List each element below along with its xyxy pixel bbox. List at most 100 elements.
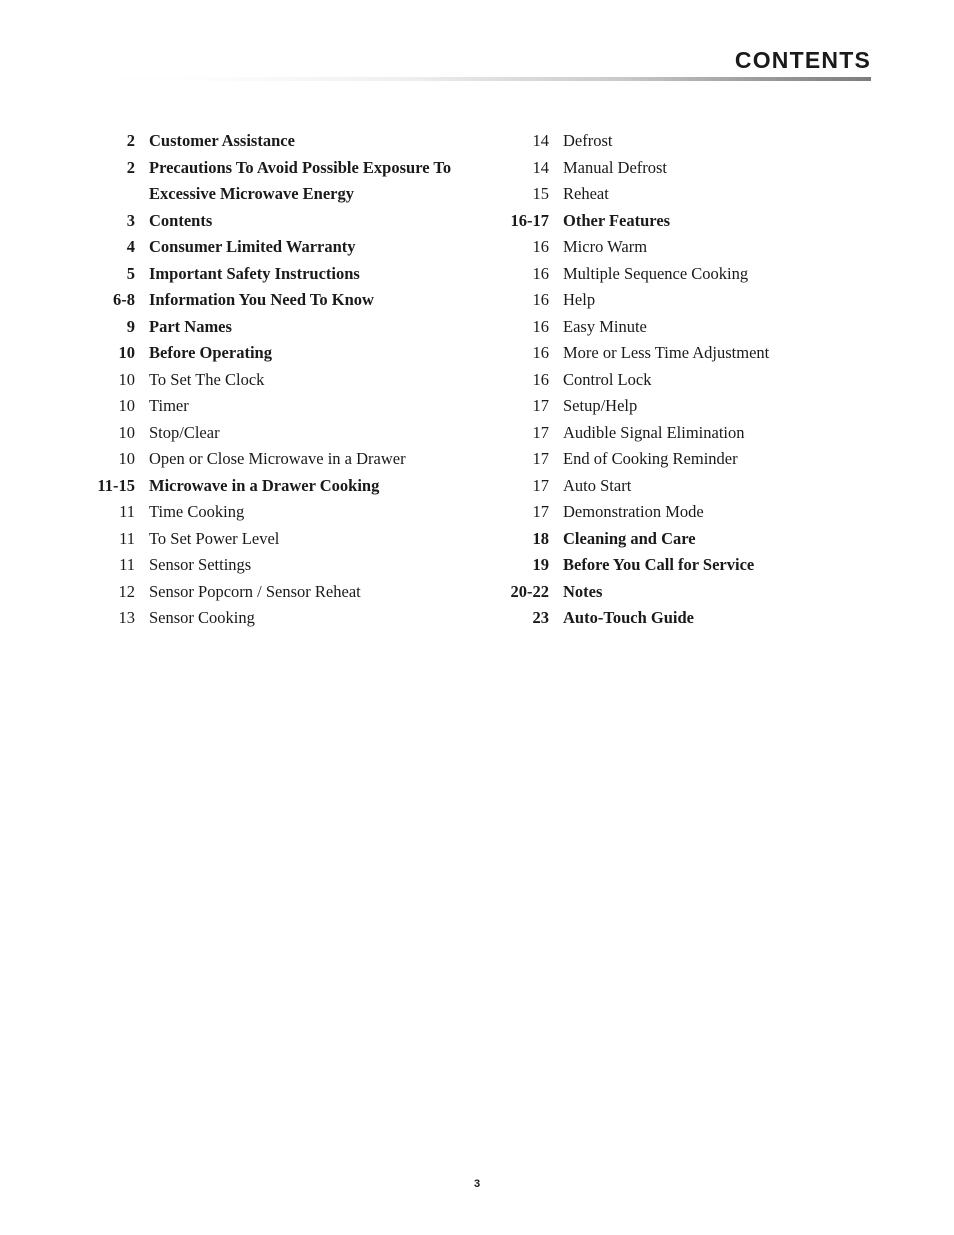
toc-entry-page-number: 23 bbox=[532, 608, 550, 627]
toc-entry-label[interactable]: Cleaning and Care bbox=[549, 526, 696, 553]
toc-entry-label[interactable]: To Set The Clock bbox=[135, 367, 264, 394]
toc-entry[interactable]: 10 To Set The Clock bbox=[96, 367, 476, 394]
toc-entry-page-number: 11 bbox=[119, 528, 135, 548]
toc-entry[interactable]: 16 Micro Warm bbox=[495, 234, 885, 261]
toc-entry-label[interactable]: Sensor Settings bbox=[135, 552, 251, 579]
toc-entry-label[interactable]: Stop/Clear bbox=[135, 420, 220, 447]
toc-entry[interactable]: 14 Defrost bbox=[495, 128, 885, 155]
toc-entry-label[interactable]: Help bbox=[549, 287, 595, 314]
page-header: CONTENTS bbox=[96, 47, 871, 82]
toc-entry[interactable]: 10 Stop/Clear bbox=[96, 420, 476, 447]
toc-entry[interactable]: Excessive Microwave Energy bbox=[96, 181, 476, 208]
table-of-contents: 2 Customer Assistance 2 Precautions To Avoi… bbox=[0, 128, 954, 632]
toc-entry-label[interactable]: Information You Need To Know bbox=[135, 287, 374, 314]
toc-entry-label[interactable]: Precautions To Avoid Possible Exposure T… bbox=[135, 155, 451, 182]
toc-entry-page-number: 2 bbox=[126, 131, 135, 150]
page-title: CONTENTS bbox=[734, 47, 871, 73]
toc-entry[interactable]: 11 To Set Power Level bbox=[96, 526, 476, 553]
toc-entry-page-number: 18 bbox=[532, 528, 550, 548]
toc-entry[interactable]: 18 Cleaning and Care bbox=[495, 526, 885, 553]
toc-entry-page-number: 11 bbox=[119, 555, 135, 574]
toc-entry-label[interactable]: Microwave in a Drawer Cooking bbox=[135, 473, 379, 500]
toc-entry[interactable]: 16 More or Less Time Adjustment bbox=[495, 340, 885, 367]
toc-entry[interactable]: 16-17 Other Features bbox=[495, 208, 885, 235]
toc-entry-label[interactable]: Sensor Popcorn / Sensor Reheat bbox=[135, 579, 361, 606]
toc-entry-page-number: 16 bbox=[532, 290, 550, 309]
toc-entry-label[interactable]: Setup/Help bbox=[549, 393, 637, 420]
toc-entry[interactable]: 13 Sensor Cooking bbox=[96, 605, 476, 632]
toc-entry-label[interactable]: Contents bbox=[135, 208, 212, 235]
toc-entry[interactable]: 11 Sensor Settings bbox=[96, 552, 476, 579]
toc-entry[interactable]: 9 Part Names bbox=[96, 314, 476, 341]
toc-entry[interactable]: 14 Manual Defrost bbox=[495, 155, 885, 182]
toc-entry-label[interactable]: Demonstration Mode bbox=[549, 499, 704, 526]
toc-entry[interactable]: 12 Sensor Popcorn / Sensor Reheat bbox=[96, 579, 476, 606]
toc-entry-label[interactable]: Before You Call for Service bbox=[549, 552, 754, 579]
toc-entry-label[interactable]: Consumer Limited Warranty bbox=[135, 234, 356, 261]
toc-entry-page-number: 11-15 bbox=[97, 475, 135, 495]
toc-entry[interactable]: 16 Control Lock bbox=[495, 367, 885, 394]
toc-entry[interactable]: 19 Before You Call for Service bbox=[495, 552, 885, 579]
toc-entry-page-number: 10 bbox=[118, 422, 136, 442]
footer-page-number: 3 bbox=[473, 1178, 481, 1190]
toc-entry[interactable]: 17 Demonstration Mode bbox=[495, 499, 885, 526]
toc-entry-label[interactable]: Customer Assistance bbox=[135, 128, 295, 155]
toc-entry-label[interactable]: Auto-Touch Guide bbox=[549, 605, 694, 632]
toc-entry-page-number: 13 bbox=[118, 608, 136, 627]
toc-entry-label[interactable]: Sensor Cooking bbox=[135, 605, 255, 632]
toc-entry[interactable]: 20-22 Notes bbox=[495, 579, 885, 606]
toc-entry[interactable]: 23 Auto-Touch Guide bbox=[495, 605, 885, 632]
toc-entry[interactable]: 10 Before Operating bbox=[96, 340, 476, 367]
toc-entry-page-number: 17 bbox=[532, 502, 550, 521]
toc-entry-label[interactable]: Reheat bbox=[549, 181, 609, 208]
toc-entry-page-number: 10 bbox=[118, 396, 136, 415]
toc-entry[interactable]: 10 Timer bbox=[96, 393, 476, 420]
toc-entry[interactable]: 6-8 Information You Need To Know bbox=[96, 287, 476, 314]
toc-entry-page-number: 17 bbox=[532, 396, 550, 415]
toc-entry-page-number: 10 bbox=[118, 369, 136, 389]
toc-entry[interactable]: 5 Important Safety Instructions bbox=[96, 261, 476, 288]
toc-entry-page-number: 20-22 bbox=[510, 581, 550, 601]
toc-entry-label[interactable]: Micro Warm bbox=[549, 234, 647, 261]
toc-entry-label[interactable]: Important Safety Instructions bbox=[135, 261, 360, 288]
toc-entry-page-number: 14 bbox=[532, 131, 550, 150]
toc-entry-label[interactable]: Easy Minute bbox=[549, 314, 647, 341]
toc-entry[interactable]: 3 Contents bbox=[96, 208, 476, 235]
toc-entry-label[interactable]: Time Cooking bbox=[135, 499, 244, 526]
toc-entry-label[interactable]: To Set Power Level bbox=[135, 526, 279, 553]
toc-entry[interactable]: 16 Easy Minute bbox=[495, 314, 885, 341]
toc-entry[interactable]: 2 Precautions To Avoid Possible Exposure … bbox=[96, 155, 476, 182]
toc-entry[interactable]: 2 Customer Assistance bbox=[96, 128, 476, 155]
toc-entry[interactable]: 11-15 Microwave in a Drawer Cooking bbox=[96, 473, 476, 500]
toc-entry-label[interactable]: More or Less Time Adjustment bbox=[549, 340, 769, 367]
toc-entry-page-number: 17 bbox=[532, 422, 550, 442]
toc-entry-label[interactable]: End of Cooking Reminder bbox=[549, 446, 738, 473]
toc-entry-label[interactable]: Control Lock bbox=[549, 367, 651, 394]
toc-entry-page-number: 16 bbox=[532, 263, 550, 283]
toc-entry[interactable]: 4 Consumer Limited Warranty bbox=[96, 234, 476, 261]
toc-entry-label[interactable]: Before Operating bbox=[135, 340, 272, 367]
toc-entry[interactable]: 17 End of Cooking Reminder bbox=[495, 446, 885, 473]
toc-entry-label[interactable]: Auto Start bbox=[549, 473, 631, 500]
toc-entry-label[interactable]: Other Features bbox=[549, 208, 670, 235]
toc-entry-page-number: 3 bbox=[126, 210, 135, 230]
toc-entry-label[interactable]: Notes bbox=[549, 579, 602, 606]
toc-entry[interactable]: 17 Setup/Help bbox=[495, 393, 885, 420]
toc-entry[interactable]: 16 Multiple Sequence Cooking bbox=[495, 261, 885, 288]
toc-entry[interactable]: 15 Reheat bbox=[495, 181, 885, 208]
toc-entry-label[interactable]: Timer bbox=[135, 393, 189, 420]
toc-entry-page-number: 5 bbox=[126, 263, 135, 283]
toc-entry-label[interactable]: Manual Defrost bbox=[549, 155, 667, 182]
toc-entry[interactable]: 17 Auto Start bbox=[495, 473, 885, 500]
toc-entry-label[interactable]: Part Names bbox=[135, 314, 232, 341]
toc-entry-label[interactable]: Multiple Sequence Cooking bbox=[549, 261, 748, 288]
toc-entry[interactable]: 10 Open or Close Microwave in a Drawer bbox=[96, 446, 476, 473]
toc-entry-label[interactable]: Excessive Microwave Energy bbox=[135, 181, 354, 208]
toc-entry-label[interactable]: Defrost bbox=[549, 128, 612, 155]
toc-entry-page-number: 10 bbox=[118, 449, 136, 468]
toc-entry[interactable]: 17 Audible Signal Elimination bbox=[495, 420, 885, 447]
toc-entry[interactable]: 11 Time Cooking bbox=[96, 499, 476, 526]
toc-entry[interactable]: 16 Help bbox=[495, 287, 885, 314]
toc-entry-label[interactable]: Open or Close Microwave in a Drawer bbox=[135, 446, 406, 473]
toc-entry-label[interactable]: Audible Signal Elimination bbox=[549, 420, 744, 447]
